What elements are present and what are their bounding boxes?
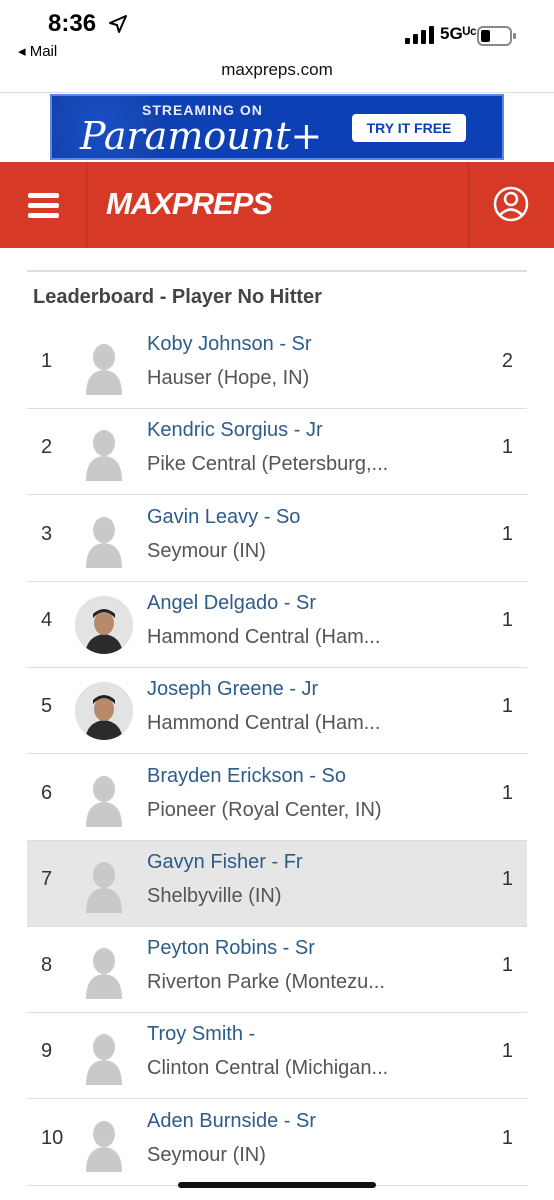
stat-value: 1 xyxy=(501,608,513,631)
player-silhouette-icon xyxy=(75,941,133,1000)
player-name-link[interactable]: Peyton Robins - Sr xyxy=(147,937,315,960)
player-silhouette-icon xyxy=(75,510,133,568)
leaderboard-row[interactable]: 7 Gavyn Fisher - Fr Shelbyville (IN) 1 xyxy=(27,840,527,927)
player-photo xyxy=(75,595,133,654)
player-name-link[interactable]: Angel Delgado - Sr xyxy=(147,592,316,615)
leaderboard-row[interactable]: 8 Peyton Robins - Sr Riverton Parke (Monte… xyxy=(27,927,527,1014)
player-silhouette-icon xyxy=(75,423,133,482)
player-school: Seymour (IN) xyxy=(147,539,266,562)
leaderboard-row[interactable]: 6 Brayden Erickson - So Pioneer (Royal Cen… xyxy=(27,755,527,841)
rank-number: 1 xyxy=(41,350,53,372)
rank-number: 3 xyxy=(41,522,53,545)
stat-value: 1 xyxy=(501,954,513,977)
network-type: 5Gᵁᶜ xyxy=(440,24,477,43)
player-silhouette-icon xyxy=(75,337,133,395)
signal-strength-icon xyxy=(405,26,434,44)
back-to-mail-link[interactable]: ◂ Mail xyxy=(18,42,57,60)
player-silhouette-icon xyxy=(75,855,133,913)
player-school: Pioneer (Royal Center, IN) xyxy=(147,798,382,821)
header-divider xyxy=(86,162,87,248)
stat-value: 1 xyxy=(501,1040,513,1063)
menu-bar-icon xyxy=(28,193,59,198)
player-school: Seymour (IN) xyxy=(147,1143,266,1166)
player-school: Riverton Parke (Montezu... xyxy=(147,971,385,994)
menu-bar-icon xyxy=(28,203,59,208)
ad-try-free-button[interactable]: TRY IT FREE xyxy=(352,114,466,142)
rank-number: 6 xyxy=(41,781,53,804)
player-name-link[interactable]: Joseph Greene - Jr xyxy=(147,678,318,701)
player-silhouette-icon xyxy=(75,1027,133,1086)
site-header: MAXPREPS xyxy=(0,162,554,248)
status-time: 8:36 xyxy=(48,10,97,37)
ad-banner[interactable]: STREAMING ON Paramount+ TRY IT FREE xyxy=(50,94,504,160)
status-bar: 8:36 ◂ Mail 5Gᵁᶜ xyxy=(0,0,554,60)
address-bar-divider xyxy=(0,92,554,93)
address-bar[interactable]: maxpreps.com xyxy=(0,60,554,90)
player-name-link[interactable]: Gavyn Fisher - Fr xyxy=(147,851,303,874)
stat-value: 2 xyxy=(501,350,513,372)
stat-value: 1 xyxy=(501,436,513,459)
rank-number: 8 xyxy=(41,954,53,977)
stat-value: 1 xyxy=(501,781,513,804)
player-silhouette-icon xyxy=(75,769,133,827)
section-divider xyxy=(27,270,527,272)
rank-number: 5 xyxy=(41,695,53,718)
menu-bar-icon xyxy=(28,213,59,218)
hamburger-menu-button[interactable] xyxy=(0,162,86,248)
stat-value: 1 xyxy=(501,522,513,545)
leaderboard-row[interactable]: 5 Joseph Greene - Jr Hammond Central (Ham.… xyxy=(27,668,527,755)
stat-value: 1 xyxy=(501,1126,513,1149)
stat-value: 1 xyxy=(501,695,513,718)
rank-number: 10 xyxy=(41,1126,64,1149)
leaderboard-row[interactable]: 4 Angel Delgado - Sr Hammond Central (Ham.… xyxy=(27,582,527,668)
leaderboard-title: Leaderboard - Player No Hitter xyxy=(33,286,322,308)
player-name-link[interactable]: Kendric Sorgius - Jr xyxy=(147,419,323,442)
leaderboard-row[interactable]: 1 Koby Johnson - Sr Hauser (Hope, IN) 2 xyxy=(27,323,527,409)
player-school: Hauser (Hope, IN) xyxy=(147,367,310,389)
leaderboard-row[interactable]: 2 Kendric Sorgius - Jr Pike Central (Peter… xyxy=(27,409,527,496)
player-name-link[interactable]: Koby Johnson - Sr xyxy=(147,333,312,356)
player-school: Clinton Central (Michigan... xyxy=(147,1057,389,1080)
leaderboard-row[interactable]: 3 Gavin Leavy - So Seymour (IN) 1 xyxy=(27,496,527,582)
battery-icon xyxy=(477,26,516,46)
stat-value: 1 xyxy=(501,867,513,890)
location-arrow-icon xyxy=(109,15,127,33)
home-indicator[interactable] xyxy=(178,1182,376,1188)
user-profile-icon xyxy=(493,186,529,222)
maxpreps-logo[interactable]: MAXPREPS xyxy=(106,186,273,222)
player-name-link[interactable]: Troy Smith - xyxy=(147,1023,255,1046)
player-name-link[interactable]: Aden Burnside - Sr xyxy=(147,1110,316,1133)
rank-number: 9 xyxy=(41,1040,53,1063)
leaderboard-row[interactable]: 10 Aden Burnside - Sr Seymour (IN) 1 xyxy=(27,1100,527,1186)
player-name-link[interactable]: Gavin Leavy - So xyxy=(147,506,300,529)
player-school: Pike Central (Petersburg,... xyxy=(147,453,389,476)
player-school: Shelbyville (IN) xyxy=(147,884,282,907)
account-button[interactable] xyxy=(469,162,554,248)
rank-number: 2 xyxy=(41,436,53,459)
player-school: Hammond Central (Ham... xyxy=(147,625,381,648)
player-silhouette-icon xyxy=(75,1114,133,1172)
leaderboard-row[interactable]: 9 Troy Smith - Clinton Central (Michigan..… xyxy=(27,1013,527,1100)
player-photo xyxy=(75,682,133,741)
player-name-link[interactable]: Brayden Erickson - So xyxy=(147,765,346,788)
rank-number: 4 xyxy=(41,608,53,631)
ad-brand-logo: Paramount+ xyxy=(80,114,323,158)
rank-number: 7 xyxy=(41,867,53,890)
player-school: Hammond Central (Ham... xyxy=(147,712,381,735)
